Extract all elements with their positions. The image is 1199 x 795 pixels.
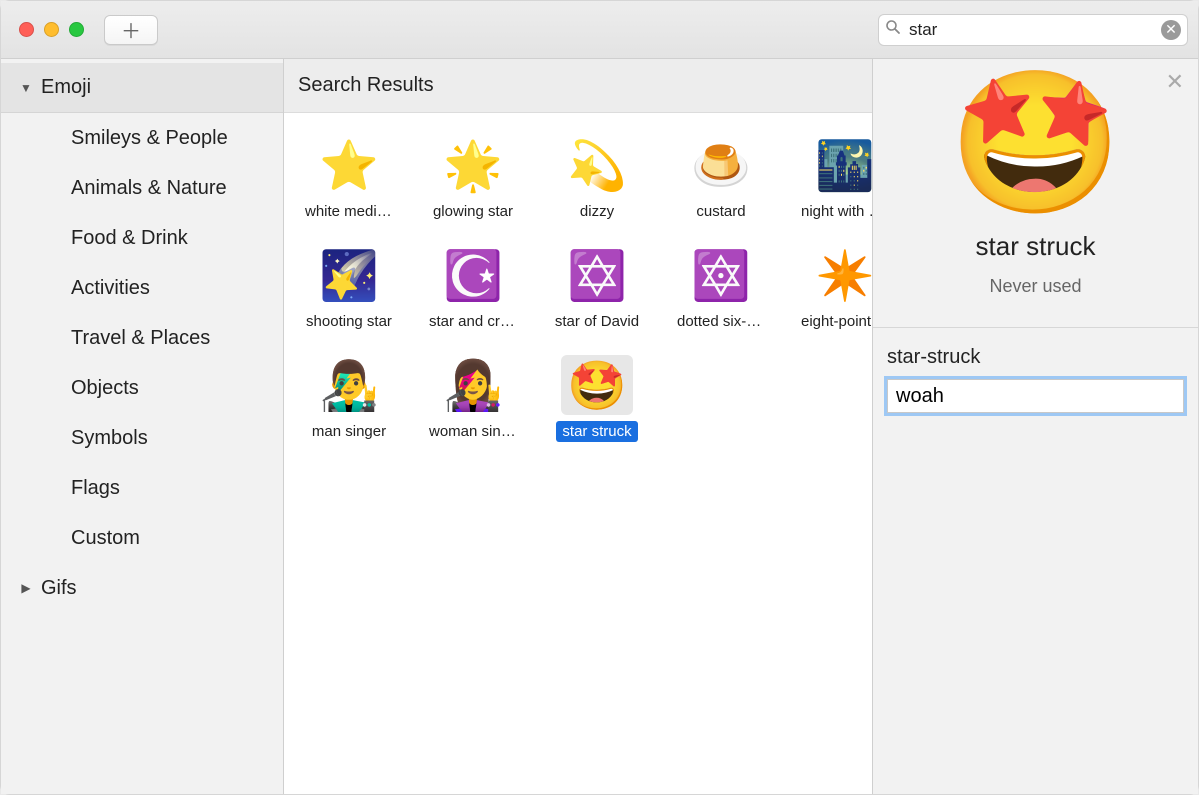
emoji-result[interactable]: ⭐ white medium star <box>294 133 404 243</box>
search-field[interactable]: ✕ <box>878 14 1188 46</box>
sidebar-item-activities[interactable]: Activities <box>1 263 283 313</box>
detail-usage: Never used <box>883 276 1188 297</box>
detail-pane: ✕ 🤩 star struck Never used star-struck <box>873 59 1198 794</box>
emoji-caption: white medium star <box>299 201 399 222</box>
emoji-caption: shooting star <box>300 311 398 332</box>
sidebar-group-label: Emoji <box>41 76 91 99</box>
sidebar: ▼ Emoji Smileys & People Animals & Natur… <box>1 59 284 794</box>
chevron-down-icon: ▼ <box>19 81 33 95</box>
sidebar-item-smileys-people[interactable]: Smileys & People <box>1 113 283 163</box>
emoji-result[interactable]: 💫 dizzy <box>542 133 652 243</box>
plus-icon: ＋ <box>121 15 141 44</box>
sidebar-item-food-drink[interactable]: Food & Drink <box>1 213 283 263</box>
sidebar-item-flags[interactable]: Flags <box>1 463 283 513</box>
emoji-result[interactable]: 🍮 custard <box>666 133 776 243</box>
results-pane: Search Results ⭐ white medium star 🌟 glowin… <box>284 59 873 794</box>
emoji-glyph: 🌠 <box>313 245 385 305</box>
emoji-result[interactable]: 🤩 star struck <box>542 353 652 463</box>
close-icon: ✕ <box>1166 69 1184 94</box>
emoji-glyph: 👨‍🎤 <box>313 355 385 415</box>
emoji-glyph: 🍮 <box>685 135 757 195</box>
emoji-caption: custard <box>690 201 751 222</box>
emoji-result[interactable]: ✡️ star of David <box>542 243 652 353</box>
emoji-caption: star of David <box>549 311 645 332</box>
emoji-caption: glowing star <box>427 201 519 222</box>
emoji-glyph: ✡️ <box>561 245 633 305</box>
clear-search-button[interactable]: ✕ <box>1161 20 1181 40</box>
close-window-button[interactable] <box>19 22 34 37</box>
sidebar-item-custom[interactable]: Custom <box>1 513 283 563</box>
sidebar-item-objects[interactable]: Objects <box>1 363 283 413</box>
emoji-result[interactable]: 👨‍🎤 man singer <box>294 353 404 463</box>
emoji-result[interactable]: ☪️ star and crescent <box>418 243 528 353</box>
results-grid: ⭐ white medium star 🌟 glowing star 💫 dizzy 🍮 cu… <box>284 113 872 794</box>
titlebar: ＋ ✕ <box>1 1 1198 59</box>
sidebar-item-animals-nature[interactable]: Animals & Nature <box>1 163 283 213</box>
emoji-result[interactable]: 🌠 shooting star <box>294 243 404 353</box>
snippet-input[interactable] <box>887 379 1184 413</box>
add-button[interactable]: ＋ <box>104 15 158 45</box>
search-input[interactable] <box>907 19 1155 41</box>
emoji-result[interactable]: 👩‍🎤 woman singer <box>418 353 528 463</box>
sidebar-item-travel-places[interactable]: Travel & Places <box>1 313 283 363</box>
emoji-glyph: ☪️ <box>437 245 509 305</box>
emoji-glyph: 🔯 <box>685 245 757 305</box>
emoji-caption: man singer <box>306 421 392 442</box>
detail-name: star struck <box>883 231 1188 262</box>
emoji-result[interactable]: 🌟 glowing star <box>418 133 528 243</box>
emoji-caption: dotted six-pointed star <box>671 311 771 332</box>
detail-slug: star-struck <box>887 346 1184 369</box>
sidebar-item-symbols[interactable]: Symbols <box>1 413 283 463</box>
sidebar-group-emoji[interactable]: ▼ Emoji <box>1 63 283 113</box>
emoji-caption: dizzy <box>574 201 620 222</box>
window-controls <box>19 22 84 37</box>
emoji-glyph: 💫 <box>561 135 633 195</box>
emoji-caption: woman singer <box>423 421 523 442</box>
emoji-caption: star and crescent <box>423 311 523 332</box>
chevron-right-icon: ▶ <box>19 581 33 595</box>
detail-emoji-preview: 🤩 <box>883 73 1188 213</box>
emoji-caption: star struck <box>556 421 637 442</box>
emoji-result[interactable]: 🔯 dotted six-pointed star <box>666 243 776 353</box>
emoji-glyph: ⭐ <box>313 135 385 195</box>
results-heading: Search Results <box>284 59 872 113</box>
close-detail-button[interactable]: ✕ <box>1166 69 1184 95</box>
sidebar-group-gifs[interactable]: ▶ Gifs <box>1 563 283 613</box>
minimize-window-button[interactable] <box>44 22 59 37</box>
sidebar-group-label: Gifs <box>41 577 77 600</box>
close-icon: ✕ <box>1165 21 1177 38</box>
zoom-window-button[interactable] <box>69 22 84 37</box>
emoji-glyph: 🌟 <box>437 135 509 195</box>
search-icon <box>885 19 901 40</box>
emoji-glyph: 🤩 <box>561 355 633 415</box>
emoji-glyph: 🌃 <box>809 135 881 195</box>
emoji-glyph: 👩‍🎤 <box>437 355 509 415</box>
emoji-glyph: ✴️ <box>809 245 881 305</box>
